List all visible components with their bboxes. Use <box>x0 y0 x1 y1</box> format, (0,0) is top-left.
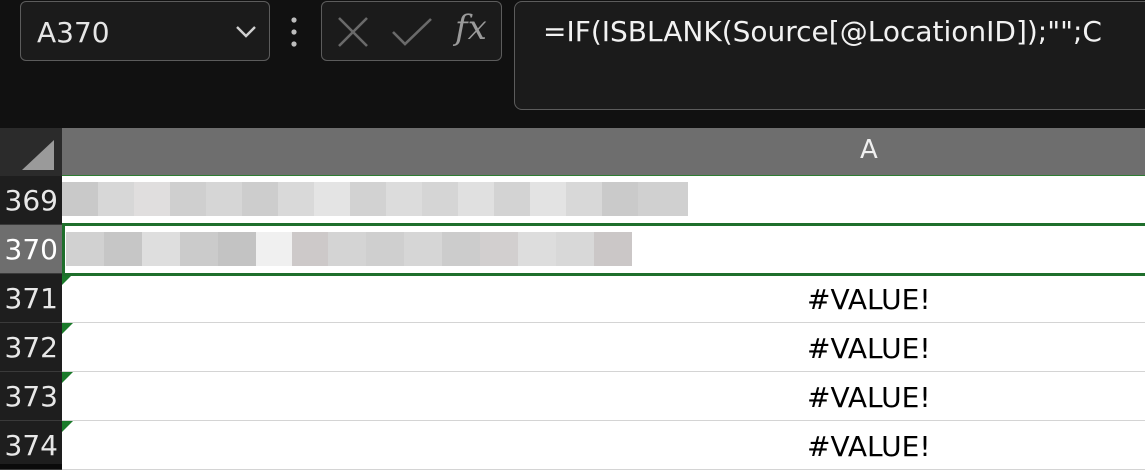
row-header-373[interactable]: 373 <box>0 372 62 421</box>
formula-text: =IF(ISBLANK(Source[@LocationID]);"";C <box>543 15 1102 48</box>
vertical-ellipsis-icon[interactable] <box>286 15 302 49</box>
formula-buttons: fx <box>321 1 502 61</box>
error-indicator-icon[interactable] <box>62 372 73 383</box>
formula-bar-area: A370 fx =IF(ISBLANK(Source[@LocationID])… <box>0 0 1145 128</box>
redacted-content <box>66 232 632 266</box>
row-header-371[interactable]: 371 <box>0 274 62 323</box>
cell-value: #VALUE! <box>807 332 931 365</box>
row-header-372[interactable]: 372 <box>0 323 62 372</box>
row-header-370[interactable]: 370 <box>0 225 62 274</box>
redacted-content <box>62 182 688 216</box>
column-header-a[interactable]: A <box>62 128 1145 177</box>
select-all-button[interactable] <box>0 128 62 176</box>
insert-function-icon[interactable]: fx <box>455 8 487 48</box>
cell-a373[interactable]: #VALUE! <box>62 372 1145 421</box>
select-all-triangle-icon <box>22 140 54 170</box>
cell-a372[interactable]: #VALUE! <box>62 323 1145 372</box>
cell-a370[interactable] <box>62 225 1145 274</box>
cell-value: #VALUE! <box>807 283 931 316</box>
close-icon[interactable] <box>336 15 370 49</box>
row-header-369[interactable]: 369 <box>0 176 62 225</box>
name-box-value: A370 <box>37 16 110 49</box>
error-indicator-icon[interactable] <box>62 421 73 432</box>
name-box[interactable]: A370 <box>20 1 270 61</box>
row-header-374[interactable]: 374 <box>0 421 62 470</box>
error-indicator-icon[interactable] <box>62 274 73 285</box>
cell-grid: #VALUE! #VALUE! #VALUE! #VALUE! <box>62 176 1145 470</box>
checkmark-icon[interactable] <box>390 15 434 49</box>
cell-a369[interactable] <box>62 176 1145 225</box>
error-indicator-icon[interactable] <box>62 323 73 334</box>
cell-a374[interactable]: #VALUE! <box>62 421 1145 470</box>
column-header-label: A <box>860 135 878 165</box>
cell-a371[interactable]: #VALUE! <box>62 274 1145 323</box>
cell-value: #VALUE! <box>807 381 931 414</box>
row-headers: 369 370 371 372 373 374 <box>0 176 62 470</box>
cell-value: #VALUE! <box>807 430 931 463</box>
formula-input[interactable]: =IF(ISBLANK(Source[@LocationID]);"";C <box>514 1 1145 110</box>
chevron-down-icon[interactable] <box>233 18 259 44</box>
